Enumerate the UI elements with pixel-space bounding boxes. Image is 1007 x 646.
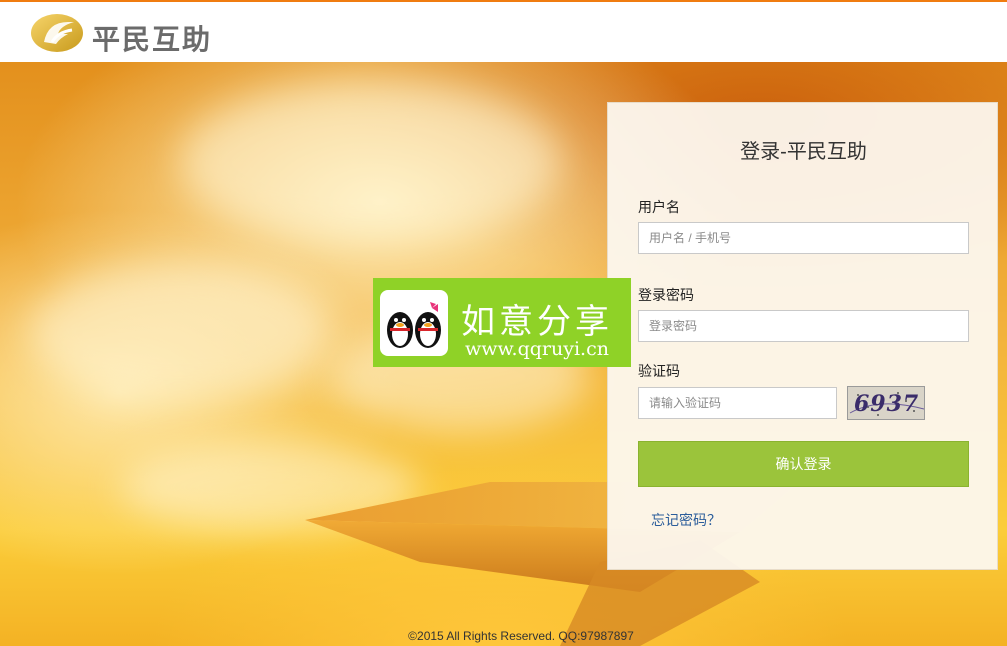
username-input[interactable] <box>638 222 969 254</box>
password-input[interactable] <box>638 310 969 342</box>
captcha-input[interactable] <box>638 387 837 419</box>
password-label: 登录密码 <box>638 287 694 303</box>
captcha-image[interactable]: 6937 <box>847 386 925 420</box>
forgot-password-link[interactable]: 忘记密码？ <box>651 510 721 530</box>
coin-logo-icon <box>31 14 83 52</box>
watermark-banner: 如意分享 www.qqruyi.cn <box>373 278 631 367</box>
penguin-couple-icon <box>380 290 448 356</box>
login-panel: 登录-平民互助 用户名 登录密码 验证码 6937 确认登录 忘记密码？ <box>607 102 998 570</box>
captcha-text: 6937 <box>854 391 920 417</box>
brand-name: 平民互助 <box>92 23 213 56</box>
watermark-url: www.qqruyi.cn <box>465 338 609 360</box>
username-label: 用户名 <box>638 199 680 215</box>
footer-copyright: ©2015 All Rights Reserved. QQ:97987897 <box>408 629 634 643</box>
watermark-title: 如意分享 <box>461 302 613 342</box>
login-title: 登录-平民互助 <box>740 141 867 163</box>
header: 平民互助 <box>0 2 1007 62</box>
captcha-label: 验证码 <box>638 363 680 379</box>
login-submit-button[interactable]: 确认登录 <box>638 441 969 487</box>
